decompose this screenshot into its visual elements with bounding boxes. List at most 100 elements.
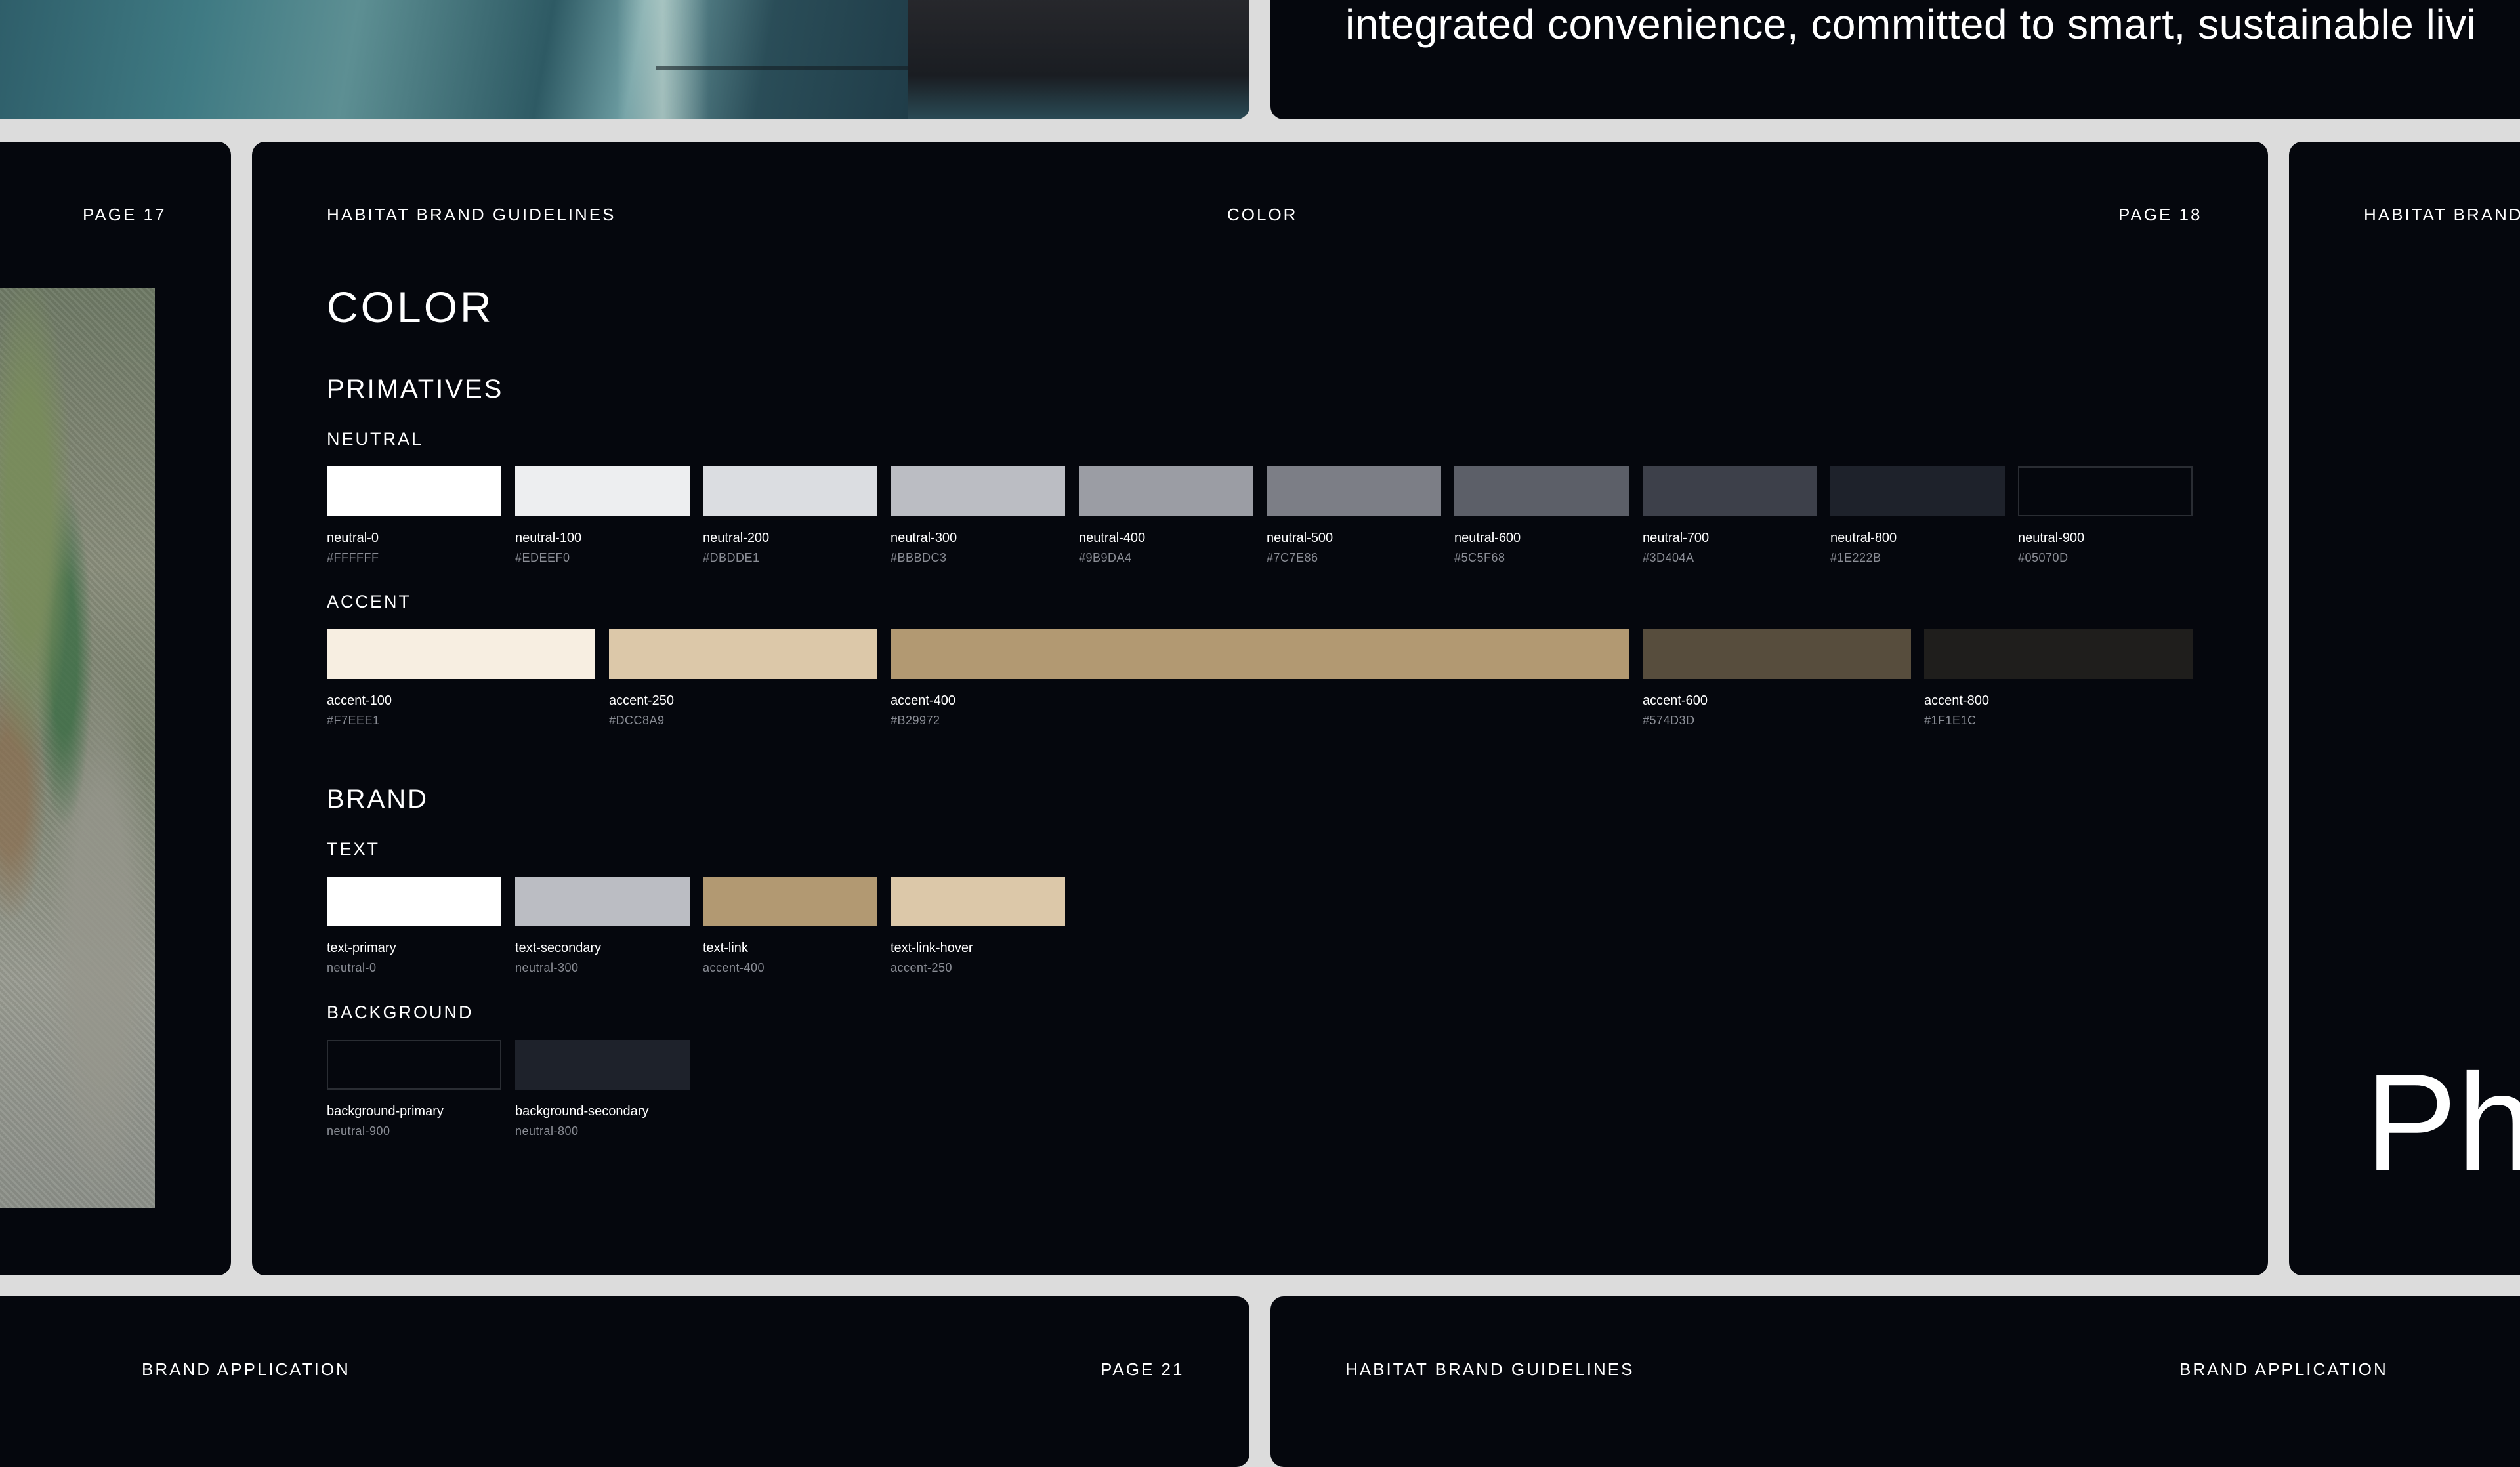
swatch-name: neutral-500 bbox=[1267, 531, 1334, 545]
swatch-name: accent-250 bbox=[609, 693, 674, 708]
swatch-neutral-600: neutral-600 #5C5F68 bbox=[1454, 466, 1629, 565]
swatch-neutral-500: neutral-500 #7C7E86 bbox=[1267, 466, 1441, 565]
color-chip bbox=[327, 1040, 501, 1090]
swatch-name: neutral-300 bbox=[891, 531, 957, 545]
brand-guidelines-label: HABITAT BRAND GUIDELINES bbox=[327, 205, 616, 224]
color-chip bbox=[1924, 629, 2193, 679]
swatch-name: accent-400 bbox=[891, 693, 956, 708]
swatch-value: #5C5F68 bbox=[1454, 551, 1505, 564]
page-21-panel: BRAND APPLICATION PAGE 21 bbox=[0, 1296, 1250, 1467]
section-label: BRAND APPLICATION bbox=[142, 1359, 350, 1379]
accent-heading: ACCENT bbox=[327, 592, 412, 611]
swatch-name: neutral-800 bbox=[1830, 531, 1897, 545]
tagline-text: integrated convenience, committed to sma… bbox=[1345, 1, 2477, 48]
brand-application-panel: HABITAT BRAND GUIDELINES BRAND APPLICATI… bbox=[1270, 1296, 2520, 1467]
swatch-value: #7C7E86 bbox=[1267, 551, 1318, 564]
swatch-value: neutral-900 bbox=[327, 1125, 390, 1138]
aerial-map-image bbox=[0, 288, 155, 1208]
brand-heading: BRAND bbox=[327, 785, 429, 814]
color-chip bbox=[515, 466, 690, 516]
swatch-value: #1F1E1C bbox=[1924, 714, 1977, 727]
swatch-accent-100: accent-100 #F7EEE1 bbox=[327, 629, 595, 728]
swatch-name: neutral-700 bbox=[1643, 531, 1710, 545]
color-chip bbox=[2018, 466, 2193, 516]
swatch-value: #BBBDC3 bbox=[891, 551, 947, 564]
color-chip bbox=[703, 466, 877, 516]
primatives-heading: PRIMATIVES bbox=[327, 375, 504, 403]
swatch-name: text-primary bbox=[327, 941, 396, 955]
color-chip bbox=[609, 629, 877, 679]
color-chip bbox=[327, 629, 595, 679]
swatch-neutral-200: neutral-200 #DBDDE1 bbox=[703, 466, 877, 565]
swatch-value: neutral-300 bbox=[515, 961, 579, 974]
swatch-neutral-900: neutral-900 #05070D bbox=[2018, 466, 2193, 565]
swatch-neutral-100: neutral-100 #EDEEF0 bbox=[515, 466, 690, 565]
color-chip bbox=[703, 877, 877, 926]
swatch-text-link: text-link accent-400 bbox=[703, 877, 877, 975]
swatch-name: text-link bbox=[703, 941, 748, 955]
swatch-value: #3D404A bbox=[1643, 551, 1694, 564]
swatch-name: neutral-400 bbox=[1079, 531, 1146, 545]
neutral-heading: NEUTRAL bbox=[327, 429, 424, 449]
swatch-name: text-link-hover bbox=[891, 941, 973, 955]
color-chip bbox=[891, 629, 1629, 679]
swatch-value: accent-250 bbox=[891, 961, 953, 974]
swatch-name: neutral-0 bbox=[327, 531, 379, 545]
swatch-value: #F7EEE1 bbox=[327, 714, 380, 727]
color-chip bbox=[891, 877, 1065, 926]
swatch-background-secondary: background-secondary neutral-800 bbox=[515, 1040, 690, 1138]
swatch-name: background-primary bbox=[327, 1104, 444, 1119]
swatch-value: accent-400 bbox=[703, 961, 765, 974]
swatch-value: #FFFFFF bbox=[327, 551, 379, 564]
color-chip bbox=[515, 877, 690, 926]
section-label: COLOR bbox=[1227, 205, 1298, 224]
color-chip bbox=[1643, 629, 1911, 679]
swatch-neutral-0: neutral-0 #FFFFFF bbox=[327, 466, 501, 565]
swatch-value: #DBDDE1 bbox=[703, 551, 760, 564]
swatch-value: #9B9DA4 bbox=[1079, 551, 1132, 564]
text-heading: TEXT bbox=[327, 839, 381, 859]
page-title: COLOR bbox=[327, 283, 494, 331]
swatch-neutral-700: neutral-700 #3D404A bbox=[1643, 466, 1817, 565]
next-page-panel: HABITAT BRAND Ph bbox=[2289, 142, 2520, 1275]
page-number: PAGE 21 bbox=[1101, 1359, 1185, 1379]
background-heading: BACKGROUND bbox=[327, 1002, 474, 1022]
swatch-neutral-800: neutral-800 #1E222B bbox=[1830, 466, 2005, 565]
color-chip bbox=[891, 466, 1065, 516]
swatch-value: neutral-800 bbox=[515, 1125, 579, 1138]
swatch-text-primary: text-primary neutral-0 bbox=[327, 877, 501, 975]
swatch-value: neutral-0 bbox=[327, 961, 377, 974]
swatch-name: accent-600 bbox=[1643, 693, 1708, 708]
swatch-value: #574D3D bbox=[1643, 714, 1695, 727]
swatch-name: text-secondary bbox=[515, 941, 602, 955]
color-chip bbox=[515, 1040, 690, 1090]
color-chip bbox=[327, 877, 501, 926]
color-page-panel: HABITAT BRAND GUIDELINES COLOR PAGE 18 C… bbox=[252, 142, 2268, 1275]
waterfront-photo-panel bbox=[0, 0, 1250, 119]
page-number: PAGE 17 bbox=[83, 205, 167, 224]
section-label: BRAND APPLICATION bbox=[2179, 1359, 2388, 1379]
color-chip bbox=[1079, 466, 1253, 516]
color-chip bbox=[1267, 466, 1441, 516]
swatch-name: neutral-100 bbox=[515, 531, 582, 545]
swatch-name: accent-800 bbox=[1924, 693, 1989, 708]
brand-guidelines-label: HABITAT BRAND bbox=[2364, 205, 2520, 224]
swatch-text-link-hover: text-link-hover accent-250 bbox=[891, 877, 1065, 975]
swatch-neutral-300: neutral-300 #BBBDC3 bbox=[891, 466, 1065, 565]
dark-deck-area bbox=[908, 0, 1250, 119]
color-chip bbox=[1643, 466, 1817, 516]
swatch-name: accent-100 bbox=[327, 693, 392, 708]
light-reflection bbox=[617, 0, 709, 119]
color-chip bbox=[1830, 466, 2005, 516]
swatch-accent-600: accent-600 #574D3D bbox=[1643, 629, 1911, 728]
color-chip bbox=[327, 466, 501, 516]
swatch-name: neutral-200 bbox=[703, 531, 770, 545]
swatch-name: neutral-900 bbox=[2018, 531, 2085, 545]
page-number: PAGE 18 bbox=[2118, 205, 2202, 224]
color-chip bbox=[1454, 466, 1629, 516]
swatch-value: #05070D bbox=[2018, 551, 2068, 564]
swatch-accent-800: accent-800 #1F1E1C bbox=[1924, 629, 2193, 728]
swatch-text-secondary: text-secondary neutral-300 bbox=[515, 877, 690, 975]
swatch-value: #B29972 bbox=[891, 714, 940, 727]
tagline-panel: integrated convenience, committed to sma… bbox=[1270, 0, 2520, 119]
